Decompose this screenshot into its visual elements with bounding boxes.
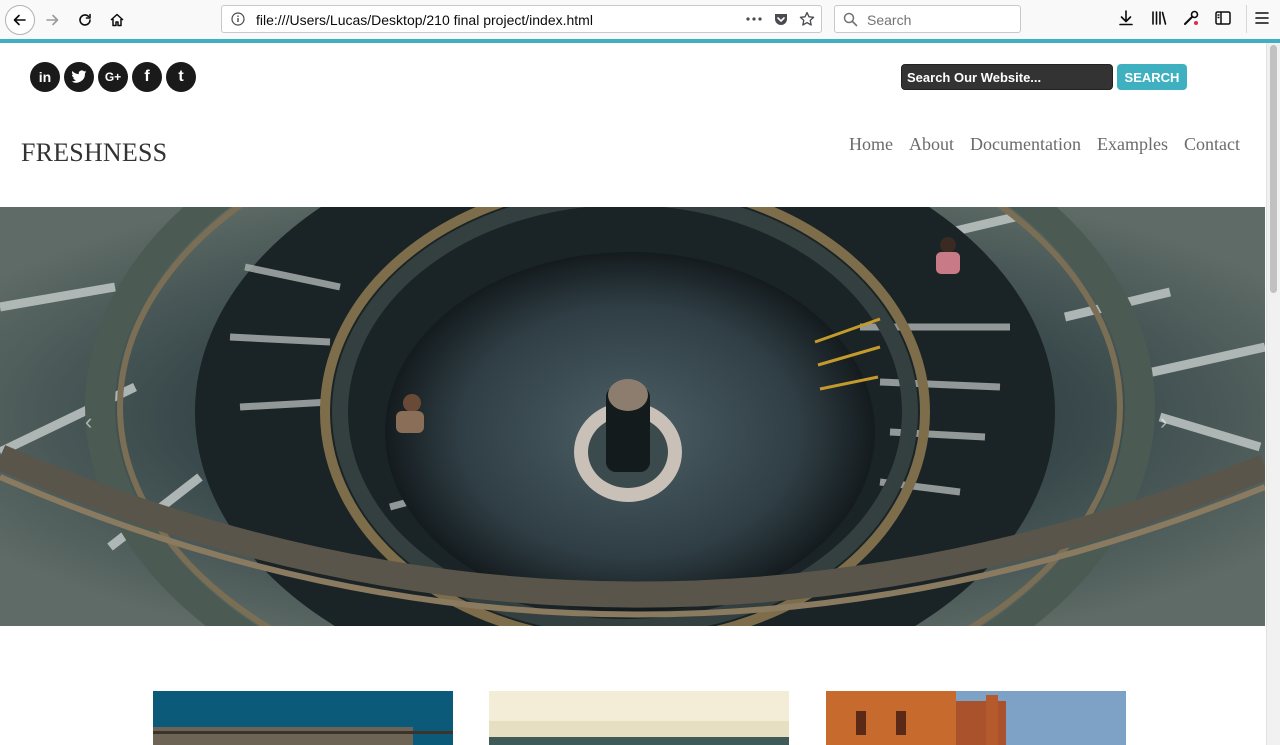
developer-tools-icon[interactable] (1182, 9, 1200, 27)
reload-icon (79, 13, 91, 26)
bookmark-star-icon[interactable] (799, 11, 815, 27)
thumbnail-blue-sky-image (153, 691, 453, 745)
top-accent-bar (0, 39, 1280, 43)
twitter-bird-glyph (71, 70, 87, 83)
social-links: in G+ f t (30, 62, 196, 92)
browser-toolbar: file:///Users/Lucas/Desktop/210 final pr… (0, 0, 1280, 40)
sidebar-icon[interactable] (1214, 9, 1232, 27)
forward-arrow-icon (46, 14, 59, 26)
library-icon[interactable] (1150, 9, 1168, 27)
browser-search-placeholder: Search (867, 12, 912, 28)
google-plus-icon[interactable]: G+ (98, 62, 128, 92)
thumbnail-orange-building-image (826, 691, 1126, 745)
feature-image-1[interactable] (153, 691, 453, 745)
tumblr-icon[interactable]: t (166, 62, 196, 92)
page-actions-icon[interactable] (745, 11, 763, 27)
carousel-next-button[interactable]: › (1160, 409, 1167, 435)
page-scrollbar[interactable] (1266, 43, 1280, 745)
nav-documentation[interactable]: Documentation (970, 134, 1081, 155)
thumbnail-hazy-coast-image (489, 691, 789, 745)
hero-spiral-staircase-image (0, 207, 1265, 626)
scrollbar-thumb[interactable] (1270, 45, 1277, 293)
back-arrow-icon (13, 14, 26, 26)
hero-carousel: ‹ › (0, 207, 1265, 626)
nav-home[interactable]: Home (849, 134, 893, 155)
pocket-icon[interactable] (773, 11, 789, 27)
feature-image-3[interactable] (826, 691, 1126, 745)
address-bar[interactable]: file:///Users/Lucas/Desktop/210 final pr… (221, 5, 822, 33)
twitter-icon[interactable] (64, 62, 94, 92)
reload-button[interactable] (70, 5, 100, 35)
carousel-prev-button[interactable]: ‹ (85, 409, 92, 435)
linkedin-icon[interactable]: in (30, 62, 60, 92)
info-icon[interactable] (231, 12, 245, 26)
nav-about[interactable]: About (909, 134, 954, 155)
hamburger-menu-icon[interactable] (1254, 9, 1270, 27)
site-search-button[interactable]: SEARCH (1117, 64, 1187, 90)
nav-contact[interactable]: Contact (1184, 134, 1240, 155)
facebook-icon[interactable]: f (132, 62, 162, 92)
feature-image-2[interactable] (489, 691, 789, 745)
site-logo[interactable]: FRESHNESS (21, 138, 167, 168)
url-text: file:///Users/Lucas/Desktop/210 final pr… (256, 12, 593, 28)
nav-examples[interactable]: Examples (1097, 134, 1168, 155)
forward-button[interactable] (37, 5, 67, 35)
home-icon (110, 13, 124, 27)
home-button[interactable] (102, 5, 132, 35)
back-button[interactable] (5, 5, 35, 35)
toolbar-separator (1246, 5, 1247, 33)
browser-search-field[interactable]: Search (834, 5, 1021, 33)
search-icon (843, 12, 858, 27)
downloads-icon[interactable] (1117, 9, 1135, 27)
site-search-input[interactable]: Search Our Website... (901, 64, 1113, 90)
main-navigation: Home About Documentation Examples Contac… (849, 134, 1240, 155)
